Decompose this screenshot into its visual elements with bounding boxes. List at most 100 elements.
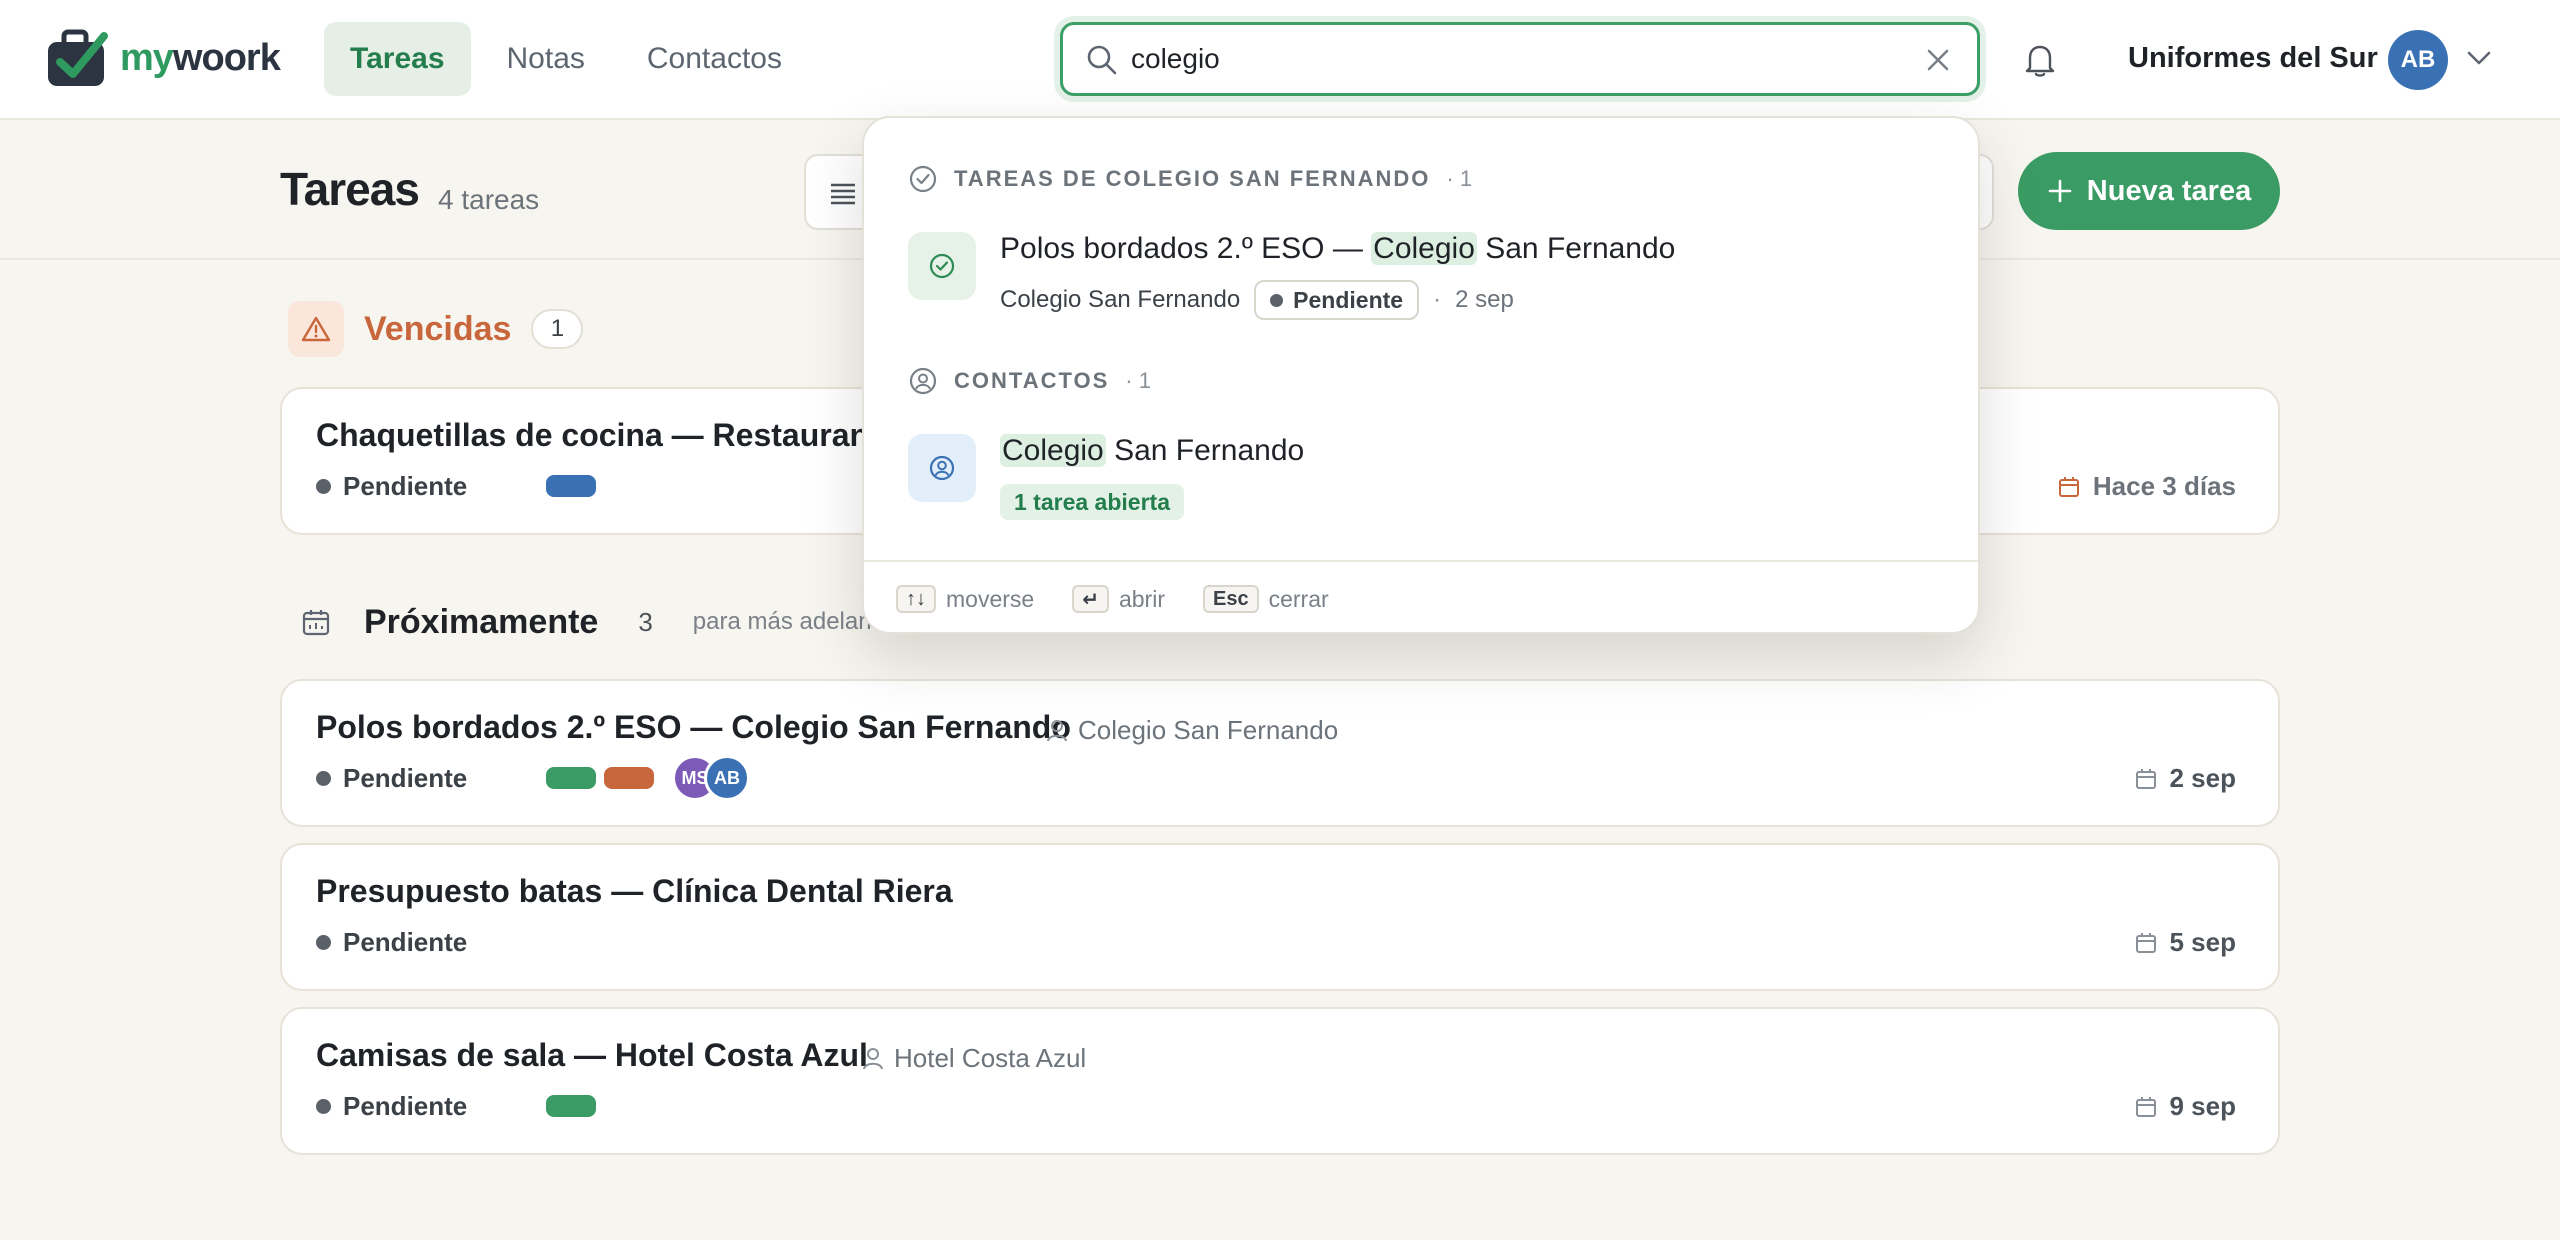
bell-icon[interactable] bbox=[2020, 40, 2060, 80]
tab-tareas[interactable]: Tareas bbox=[324, 22, 471, 96]
status-badge: Pendiente bbox=[1254, 280, 1420, 320]
calendar-icon bbox=[2135, 932, 2156, 953]
task-due-date-label: 5 sep bbox=[2169, 927, 2237, 957]
task-due-date: 9 sep bbox=[2134, 1091, 2237, 1122]
person-icon bbox=[1047, 719, 1067, 741]
user-avatar[interactable]: AB bbox=[2388, 30, 2448, 90]
section-upcoming-header: Próximamente 3 para más adelante bbox=[288, 594, 892, 650]
task-count: 4 tareas bbox=[438, 184, 540, 215]
chevron-down-icon[interactable] bbox=[2466, 48, 2492, 68]
kbd-esc: Esc bbox=[1202, 585, 1259, 613]
results-group-tasks-label: TAREAS DE COLEGIO SAN FERNANDO bbox=[954, 166, 1431, 191]
status-badge-label: Pendiente bbox=[1293, 286, 1404, 313]
task-result-client: Colegio San Fernando bbox=[1000, 286, 1241, 313]
task-status-label: Pendiente bbox=[343, 1091, 468, 1121]
contact-result-icon bbox=[908, 434, 976, 502]
calendar-icon bbox=[2135, 1096, 2156, 1117]
task-result-meta: Colegio San Fernando Pendiente · 2 sep bbox=[1000, 280, 1514, 320]
task-title: Chaquetillas de cocina — Restaurante bbox=[316, 417, 898, 453]
meta-separator: · bbox=[1433, 286, 1442, 313]
top-bar: mywoork Tareas Notas Contactos Uniformes… bbox=[0, 0, 2560, 120]
task-status-label: Pendiente bbox=[343, 471, 468, 501]
results-group-contacts-count: · 1 bbox=[1125, 368, 1151, 393]
task-client-name: Hotel Costa Azul bbox=[894, 1043, 1087, 1073]
kbd-enter: ↵ bbox=[1072, 585, 1109, 613]
briefcase-check-icon bbox=[48, 29, 108, 86]
task-result-title-prefix: Polos bordados 2.º ESO — bbox=[1000, 232, 1372, 265]
tab-contactos[interactable]: Contactos bbox=[621, 22, 808, 96]
hint-open-label: abrir bbox=[1118, 585, 1165, 612]
task-title: Presupuesto batas — Clínica Dental Riera bbox=[316, 873, 953, 909]
section-overdue-title: Vencidas bbox=[364, 309, 512, 348]
contact-result-meta: 1 tarea abierta bbox=[1000, 484, 1184, 520]
status-dot bbox=[316, 771, 331, 786]
task-due-date: 2 sep bbox=[2134, 763, 2237, 794]
task-card[interactable]: Presupuesto batas — Clínica Dental Riera… bbox=[280, 843, 2280, 991]
task-card[interactable]: Polos bordados 2.º ESO — Colegio San Fer… bbox=[280, 679, 2280, 827]
new-task-button[interactable]: Nueva tarea bbox=[2018, 152, 2280, 230]
task-result-date: 2 sep bbox=[1455, 286, 1514, 313]
contact-result-title-suffix: San Fernando bbox=[1105, 434, 1305, 467]
search-match-highlight: Colegio bbox=[1371, 232, 1477, 265]
plus-icon bbox=[2048, 179, 2072, 203]
search-box bbox=[1060, 22, 1980, 96]
check-circle-icon bbox=[929, 253, 955, 279]
task-due-date: 5 sep bbox=[2134, 927, 2237, 958]
close-icon[interactable] bbox=[1925, 47, 1951, 73]
status-dot bbox=[316, 935, 331, 950]
hint-close: Esc cerrar bbox=[1202, 585, 1329, 613]
calendar-icon bbox=[302, 610, 330, 636]
warning-icon-box bbox=[288, 301, 344, 357]
organization-name[interactable]: Uniformes del Sur bbox=[2128, 42, 2378, 75]
task-card[interactable]: Camisas de sala — Hotel Costa Azul Hotel… bbox=[280, 1007, 2280, 1155]
contact-result-title: Colegio San Fernando bbox=[1000, 434, 1304, 468]
status-dot bbox=[1270, 293, 1284, 307]
task-title: Polos bordados 2.º ESO — Colegio San Fer… bbox=[316, 709, 1071, 745]
search-match-highlight: Colegio bbox=[1000, 434, 1106, 467]
page-title: Tareas bbox=[280, 163, 420, 215]
task-tag bbox=[604, 767, 654, 789]
task-due-date-label: 2 sep bbox=[2169, 763, 2237, 793]
task-status-label: Pendiente bbox=[343, 927, 468, 957]
task-status: Pendiente bbox=[316, 471, 467, 502]
main-nav: Tareas Notas Contactos bbox=[324, 22, 808, 96]
task-tag bbox=[546, 475, 596, 497]
task-client: Hotel Costa Azul bbox=[862, 1043, 1086, 1074]
results-group-tasks: TAREAS DE COLEGIO SAN FERNANDO · 1 bbox=[908, 164, 1472, 194]
calendar-icon bbox=[2135, 768, 2156, 789]
brand-name: mywoork bbox=[120, 37, 281, 80]
results-group-contacts: CONTACTOS · 1 bbox=[908, 366, 1151, 396]
list-icon bbox=[831, 183, 855, 205]
contact-circle-icon bbox=[929, 455, 955, 481]
search-result-contact[interactable]: Colegio San Fernando 1 tarea abierta bbox=[908, 424, 1938, 524]
calendar-icon-box bbox=[288, 594, 344, 650]
task-due-date-label: 9 sep bbox=[2169, 1091, 2237, 1121]
section-overdue-count: 1 bbox=[531, 309, 584, 349]
search-input[interactable] bbox=[1131, 31, 1891, 87]
tab-notas[interactable]: Notas bbox=[481, 22, 611, 96]
search-icon bbox=[1087, 45, 1117, 75]
hint-open: ↵ abrir bbox=[1072, 585, 1165, 613]
task-tag bbox=[546, 767, 596, 789]
task-status-label: Pendiente bbox=[343, 763, 468, 793]
kbd-arrows: ↑↓ bbox=[896, 585, 936, 613]
check-circle-icon bbox=[909, 165, 937, 193]
results-group-tasks-count: · 1 bbox=[1446, 166, 1473, 191]
search-result-task[interactable]: Polos bordados 2.º ESO — Colegio San Fer… bbox=[908, 222, 1938, 322]
brand-logo[interactable]: mywoork bbox=[46, 28, 281, 88]
open-tasks-badge: 1 tarea abierta bbox=[1000, 484, 1184, 520]
results-group-contacts-label: CONTACTOS bbox=[954, 368, 1110, 393]
section-upcoming-count: 3 bbox=[638, 606, 653, 637]
status-dot bbox=[316, 479, 331, 494]
section-upcoming-title: Próximamente bbox=[364, 602, 599, 641]
search-results-dropdown: TAREAS DE COLEGIO SAN FERNANDO · 1 Polos… bbox=[862, 116, 1980, 634]
task-title: Camisas de sala — Hotel Costa Azul bbox=[316, 1037, 868, 1073]
calendar-icon bbox=[2058, 476, 2079, 497]
task-tag bbox=[546, 1095, 596, 1117]
task-client-name: Colegio San Fernando bbox=[1078, 715, 1339, 745]
task-status: Pendiente bbox=[316, 1091, 467, 1122]
task-result-title: Polos bordados 2.º ESO — Colegio San Fer… bbox=[1000, 232, 1675, 266]
hint-close-label: cerrar bbox=[1268, 585, 1329, 612]
assignee-avatar[interactable]: AB bbox=[704, 755, 750, 801]
task-client: Colegio San Fernando bbox=[1046, 715, 1338, 746]
